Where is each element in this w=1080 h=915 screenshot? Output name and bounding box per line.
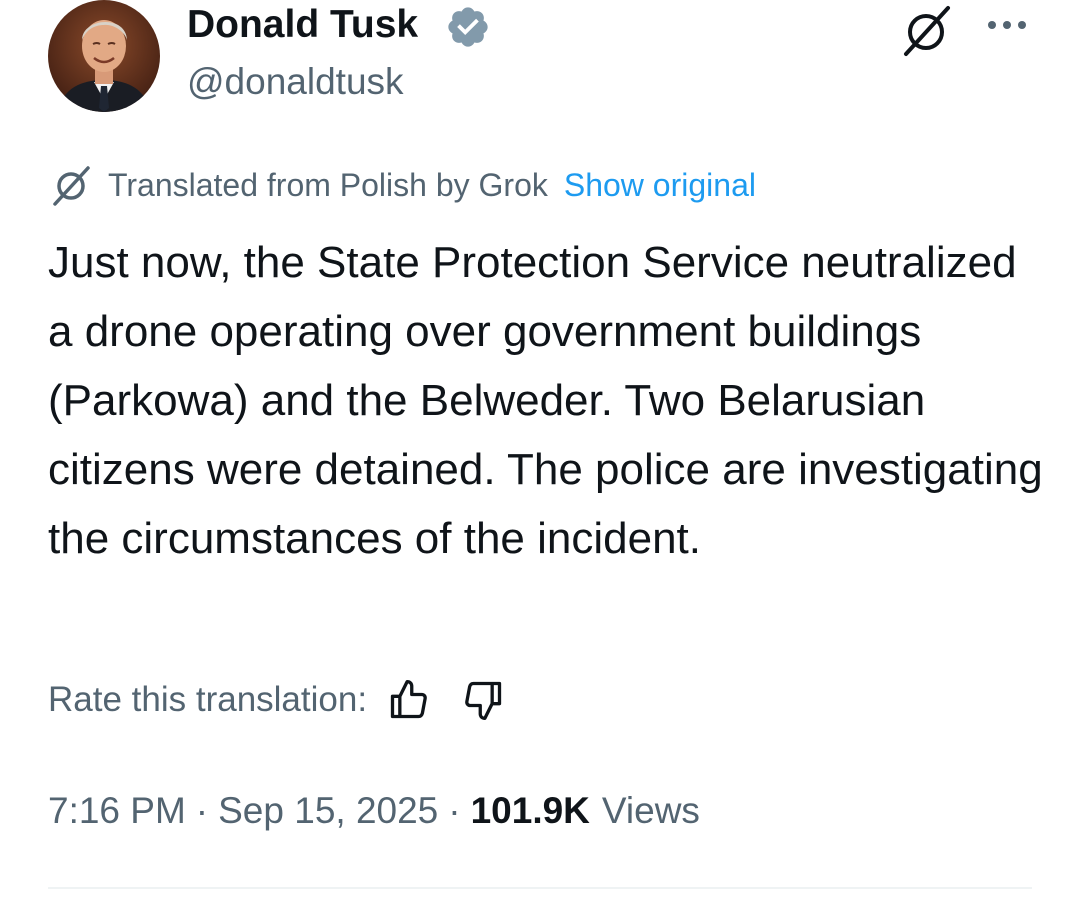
show-original-link[interactable]: Show original bbox=[564, 164, 756, 206]
views-label: Views bbox=[601, 790, 700, 831]
meta-separator: · bbox=[195, 790, 209, 831]
views-count: 101.9K bbox=[470, 790, 590, 831]
more-dots-icon[interactable] bbox=[983, 10, 1031, 40]
meta-separator: · bbox=[448, 790, 461, 831]
translation-label: Translated from Polish by Grok bbox=[108, 167, 548, 203]
rate-translation: Rate this translation: bbox=[48, 676, 505, 724]
handle[interactable]: @donaldtusk bbox=[187, 60, 404, 104]
grok-icon[interactable] bbox=[898, 2, 954, 58]
display-name[interactable]: Donald Tusk bbox=[187, 2, 418, 48]
tweet-time[interactable]: 7:16 PM bbox=[48, 786, 186, 836]
thumbs-up-icon[interactable] bbox=[387, 678, 431, 722]
translation-notice: Translated from Polish by Grok Show orig… bbox=[48, 164, 756, 206]
avatar-image bbox=[48, 0, 160, 112]
tweet-text: Just now, the State Protection Service n… bbox=[48, 238, 1043, 563]
avatar[interactable] bbox=[48, 0, 160, 112]
divider bbox=[48, 887, 1032, 889]
rate-translation-label: Rate this translation: bbox=[48, 680, 368, 719]
tweet-meta: 7:16 PM · Sep 15, 2025 · 101.9K Views bbox=[48, 786, 700, 836]
thumbs-down-icon[interactable] bbox=[461, 678, 505, 722]
grok-icon bbox=[48, 162, 94, 208]
verified-badge-icon bbox=[445, 4, 491, 50]
tweet-date[interactable]: Sep 15, 2025 bbox=[218, 786, 438, 836]
